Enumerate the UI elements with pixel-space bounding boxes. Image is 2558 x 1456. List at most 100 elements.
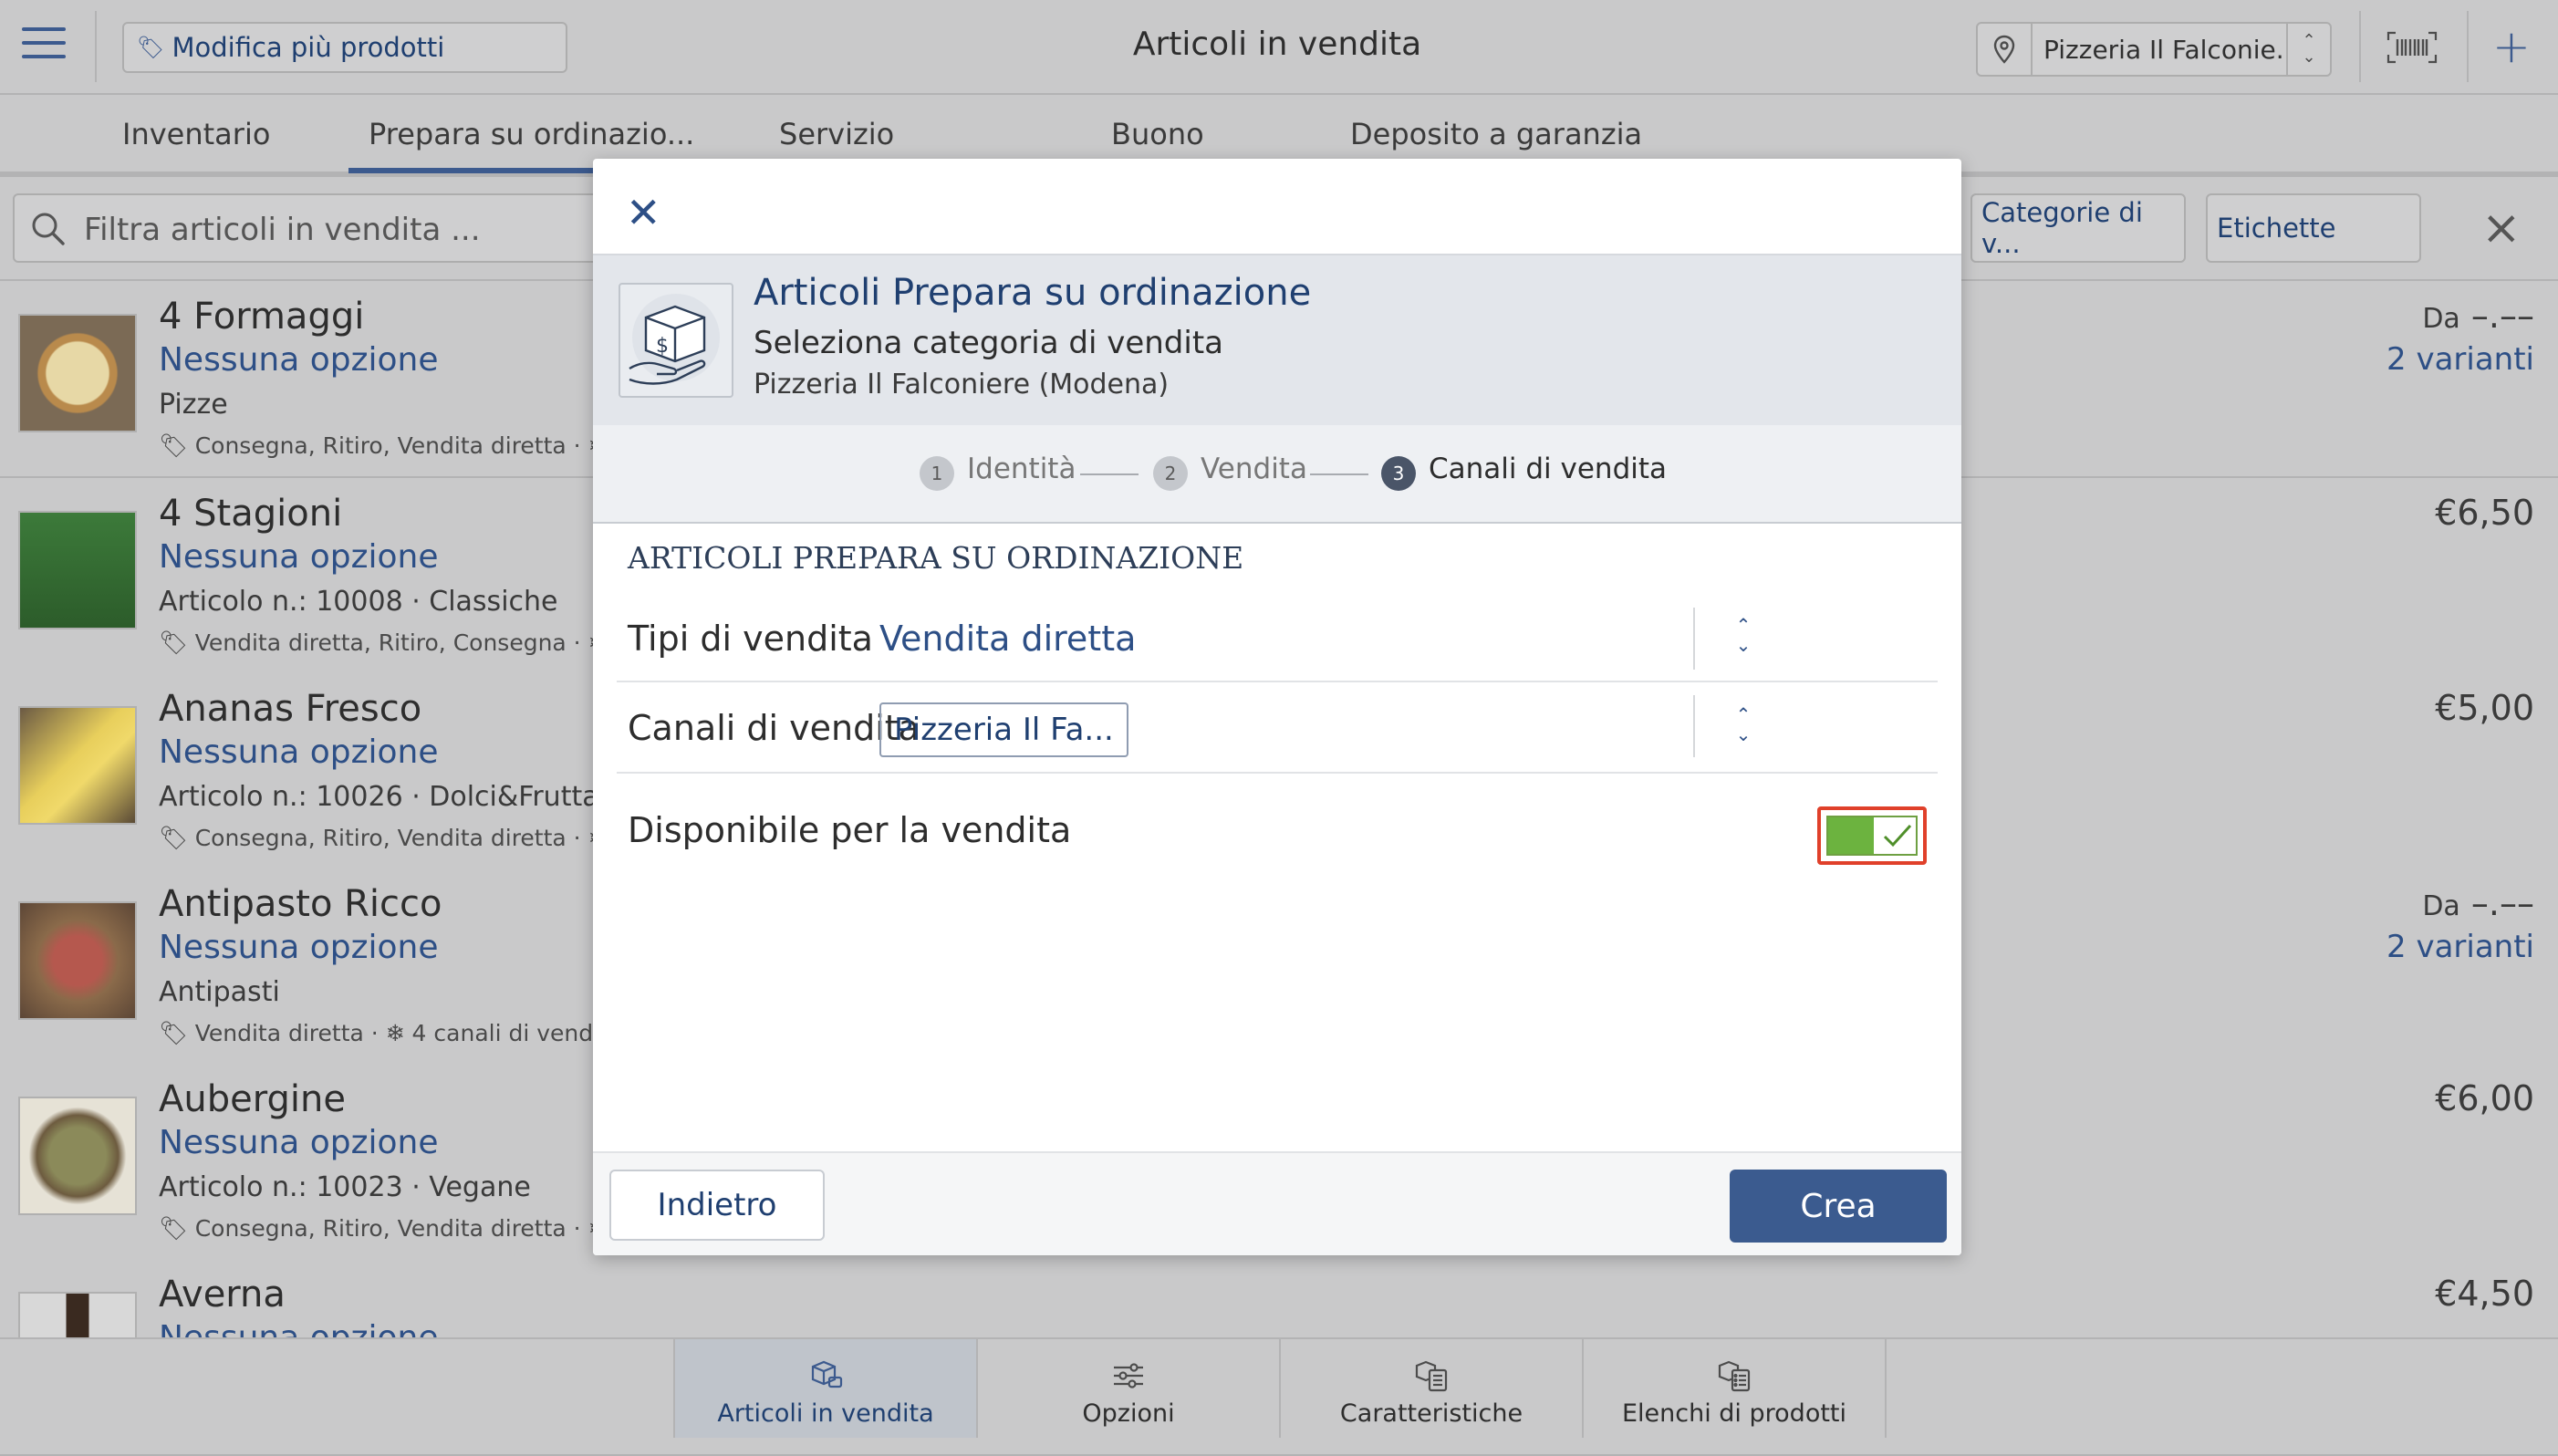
item-subtitle: Antipasti	[159, 976, 280, 1008]
bulk-edit-label: Modifica più prodotti	[172, 32, 445, 63]
divider	[95, 11, 97, 82]
tab-servizio[interactable]: Servizio	[779, 117, 894, 151]
clear-filter-icon[interactable]: ×	[2481, 204, 2522, 252]
barcode-scan-icon[interactable]	[2386, 31, 2438, 64]
top-bar: 🏷 Modifica più prodotti Articoli in vend…	[0, 0, 2558, 95]
item-option: Nessuna opzione	[159, 1124, 439, 1161]
sales-channels-label: Canali di vendita	[628, 708, 920, 748]
location-selector[interactable]: Pizzeria Il Falconie... ⌃ ⌄	[1976, 22, 2332, 77]
step-3-label[interactable]: Canali di vendita	[1429, 452, 1667, 485]
back-button[interactable]: Indietro	[609, 1170, 825, 1241]
add-icon[interactable]: +	[2492, 20, 2531, 73]
checkmark-icon	[1883, 824, 1912, 848]
tab-inventario[interactable]: Inventario	[122, 117, 270, 151]
item-price: Da –.––	[2422, 883, 2534, 923]
filter-placeholder: Filtra articoli in vendita ...	[84, 212, 481, 248]
item-title: Ananas Fresco	[159, 688, 422, 730]
divider	[1693, 608, 1695, 670]
toggle-fill	[1828, 817, 1874, 854]
sale-types-value[interactable]: Vendita diretta	[879, 619, 1136, 659]
stepper-chevrons-icon[interactable]: ⌃ ⌄	[1730, 615, 1757, 655]
sales-channels-row[interactable]: Canali di vendita Pizzeria Il Fa... ⌃ ⌄	[617, 682, 1938, 774]
dialog-location: Pizzeria Il Falconiere (Modena)	[754, 369, 1170, 400]
sliders-icon	[1114, 1363, 1143, 1388]
bulk-edit-button[interactable]: 🏷 Modifica più prodotti	[122, 22, 567, 73]
item-subtitle: Articolo n.: 10008 · Classiche	[159, 586, 558, 618]
nav-opzioni[interactable]: Opzioni	[976, 1339, 1279, 1438]
tag-icon: 🏷	[159, 825, 188, 851]
item-tags: 🏷 Consegna, Ritiro, Vendita diretta · ❄ …	[159, 1215, 629, 1242]
item-subtitle: Articolo n.: 10026 · Dolci&Frutta	[159, 781, 599, 813]
item-price: Da –.––	[2422, 296, 2534, 336]
create-button[interactable]: Crea	[1730, 1170, 1947, 1243]
step-1-label[interactable]: Identità	[967, 452, 1076, 485]
step-2-label[interactable]: Vendita	[1201, 452, 1307, 485]
nav-articoli-in-vendita[interactable]: Articoli in vendita	[673, 1339, 976, 1438]
filter-input[interactable]: Filtra articoli in vendita ...	[13, 193, 606, 263]
tab-buono[interactable]: Buono	[1111, 117, 1204, 151]
wizard-steps: 1 Identità 2 Vendita 3 Canali di vendita	[593, 425, 1961, 524]
dialog-header: $ Articoli Prepara su ordinazione Selezi…	[593, 254, 1961, 429]
divider	[1693, 695, 1695, 757]
item-title: Aubergine	[159, 1078, 346, 1120]
bottom-navigation: Articoli in vendita Opzioni Caratteristi…	[0, 1337, 2558, 1438]
tag-icon: 🏷	[159, 1020, 188, 1046]
available-for-sale-label: Disponibile per la vendita	[628, 810, 1072, 850]
item-subtitle: Articolo n.: 10023 · Vegane	[159, 1171, 531, 1203]
divider	[2467, 11, 2469, 82]
location-stepper-icon[interactable]: ⌃ ⌄	[2286, 24, 2330, 75]
available-for-sale-toggle[interactable]	[1826, 816, 1918, 856]
divider	[2359, 11, 2361, 82]
stepper-chevrons-icon[interactable]: ⌃ ⌄	[1730, 704, 1757, 744]
item-option: Nessuna opzione	[159, 341, 439, 379]
item-title: 4 Formaggi	[159, 296, 365, 338]
category-filter-chip[interactable]: Categorie di v...	[1970, 193, 2186, 263]
item-tags: 🏷 Vendita diretta · ❄ 4 canali di vendit…	[159, 1020, 623, 1046]
create-item-dialog: ✕ $ Articoli Prepara su ordinazione Sele…	[593, 159, 1961, 1255]
item-variants: 2 varianti	[2386, 929, 2534, 965]
item-variants: 2 varianti	[2386, 341, 2534, 378]
box-checklist-icon	[1718, 1360, 1751, 1392]
item-option: Nessuna opzione	[159, 538, 439, 576]
sale-types-label: Tipi di vendita	[628, 619, 873, 659]
item-title: 4 Stagioni	[159, 493, 343, 535]
step-3-number: 3	[1381, 456, 1416, 491]
item-price: €6,00	[2435, 1078, 2534, 1118]
tab-prepara-su-ordinazione[interactable]: Prepara su ordinazio...	[369, 117, 694, 151]
item-thumbnail	[18, 901, 137, 1020]
tag-icon: 🏷	[137, 35, 165, 60]
tag-icon: 🏷	[159, 629, 188, 656]
tag-icon: 🏷	[159, 432, 188, 459]
step-connector	[1310, 473, 1368, 475]
sale-types-row[interactable]: Tipi di vendita Vendita diretta ⌃ ⌄	[617, 597, 1938, 682]
section-title: ARTICOLI PREPARA SU ORDINAZIONE	[628, 540, 1244, 576]
item-price: €5,00	[2435, 688, 2534, 728]
step-connector	[1080, 473, 1139, 475]
svg-text:$: $	[656, 335, 669, 358]
nav-elenchi-di-prodotti[interactable]: Elenchi di prodotti	[1582, 1339, 1887, 1438]
step-1-number: 1	[920, 456, 954, 491]
item-tags: 🏷 Consegna, Ritiro, Vendita diretta · ❄ …	[159, 432, 629, 459]
item-thumbnail	[18, 1097, 137, 1215]
item-thumbnail	[18, 314, 137, 432]
location-name: Pizzeria Il Falconie...	[2043, 34, 2286, 65]
tags-filter-chip[interactable]: Etichette	[2206, 193, 2421, 263]
nav-caratteristiche[interactable]: Caratteristiche	[1279, 1339, 1582, 1438]
hamburger-menu-icon[interactable]	[22, 27, 66, 64]
item-tags: 🏷 Vendita diretta, Ritiro, Consegna · ❄ …	[159, 629, 629, 656]
tag-icon: 🏷	[159, 1215, 188, 1242]
box-list-icon	[1415, 1360, 1448, 1392]
item-thumbnail	[18, 511, 137, 629]
search-icon	[32, 213, 65, 245]
item-price: €4,50	[2435, 1274, 2534, 1314]
sales-channel-chip[interactable]: Pizzeria Il Fa...	[879, 702, 1128, 757]
box-hand-icon: $	[619, 283, 733, 398]
available-for-sale-row: Disponibile per la vendita	[617, 792, 1938, 883]
item-subtitle: Pizze	[159, 389, 228, 421]
tab-deposito-a-garanzia[interactable]: Deposito a garanzia	[1350, 117, 1642, 151]
page-title: Articoli in vendita	[1132, 26, 1422, 63]
close-icon[interactable]: ✕	[626, 192, 661, 234]
dialog-footer: Indietro Crea	[593, 1151, 1961, 1255]
box-tag-icon	[811, 1360, 843, 1388]
item-option: Nessuna opzione	[159, 929, 439, 966]
